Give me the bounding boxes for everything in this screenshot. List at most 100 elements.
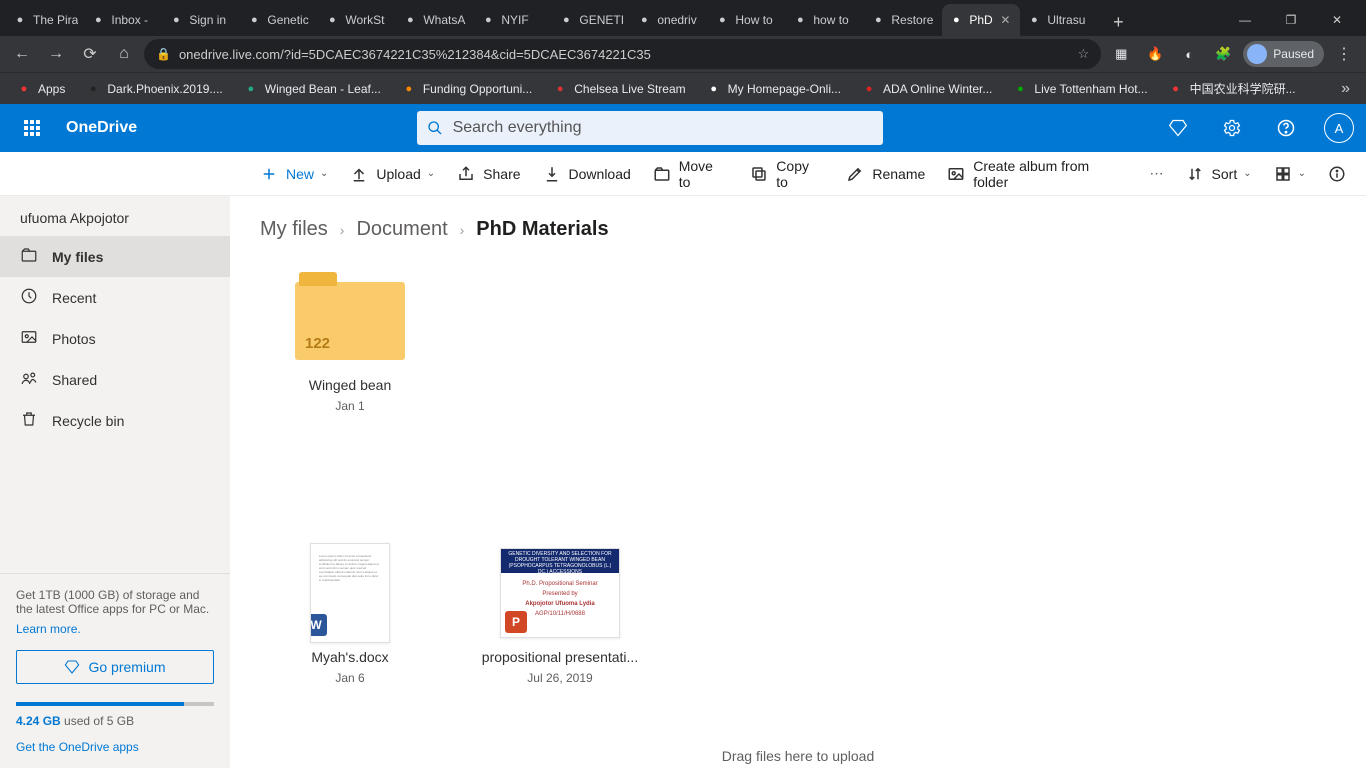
- browser-tab[interactable]: ●Inbox -: [84, 4, 162, 36]
- bookmark-item[interactable]: ●Winged Bean - Leaf...: [235, 76, 389, 101]
- browser-tab[interactable]: ●The Pira: [6, 4, 84, 36]
- upload-icon: [350, 165, 368, 183]
- extension-icon-2[interactable]: 🔥: [1141, 40, 1169, 68]
- favicon-icon: ●: [90, 12, 106, 28]
- sidebar: ufuoma Akpojotor My filesRecentPhotosSha…: [0, 196, 230, 768]
- file-item[interactable]: GENETIC DIVERSITY AND SELECTION FOR DROU…: [470, 543, 650, 685]
- nav-home[interactable]: ⌂: [110, 40, 138, 68]
- browser-tab[interactable]: ●onedriv: [630, 4, 708, 36]
- brand-onedrive[interactable]: OneDrive: [66, 119, 137, 137]
- app-launcher[interactable]: [12, 108, 52, 148]
- browser-tab[interactable]: ●PhD✕: [942, 4, 1020, 36]
- cmd-overflow[interactable]: ⋯: [1150, 165, 1164, 182]
- browser-tab[interactable]: ●how to: [786, 4, 864, 36]
- sidebar-item-my-files[interactable]: My files: [0, 236, 230, 277]
- favicon-icon: ●: [714, 12, 730, 28]
- favicon-icon: ●: [948, 12, 964, 28]
- browser-tab[interactable]: ●Sign in: [162, 4, 240, 36]
- browser-tab[interactable]: ●NYIF: [474, 4, 552, 36]
- nav-icon: [20, 246, 38, 267]
- extension-icon-3[interactable]: ◐: [1175, 40, 1203, 68]
- chevron-down-icon: ⌄: [320, 168, 328, 179]
- nav-forward[interactable]: →: [42, 40, 70, 68]
- sidebar-item-shared[interactable]: Shared: [0, 359, 230, 400]
- cmd-download[interactable]: Download: [543, 165, 631, 183]
- browser-tab[interactable]: ●WorkSt: [318, 4, 396, 36]
- bookmark-favicon-icon: ●: [1168, 81, 1184, 97]
- storage-text: 4.24 GB used of 5 GB: [16, 714, 214, 728]
- content-area: My files › Document › PhD Materials 122W…: [230, 196, 1366, 768]
- nav-icon: [20, 287, 38, 308]
- waffle-icon: [24, 120, 40, 136]
- favicon-icon: ●: [1026, 12, 1042, 28]
- file-item[interactable]: 122Winged beanJan 1: [260, 271, 440, 413]
- file-item[interactable]: Lorem ipsum dolor sit amet consectetur a…: [260, 543, 440, 685]
- album-icon: [947, 165, 965, 183]
- cmd-copyto[interactable]: Copy to: [750, 158, 824, 190]
- chrome-menu[interactable]: ⋮: [1330, 40, 1358, 68]
- browser-tab[interactable]: ●Genetic: [240, 4, 318, 36]
- nav-reload[interactable]: ⟳: [76, 40, 104, 68]
- drag-hint: Drag files here to upload: [230, 748, 1366, 764]
- chevron-down-icon: ⌄: [1243, 168, 1251, 179]
- close-tab-icon[interactable]: ✕: [1000, 13, 1014, 27]
- sidebar-item-photos[interactable]: Photos: [0, 318, 230, 359]
- bookmark-item[interactable]: ●Apps: [8, 76, 73, 101]
- cmd-info[interactable]: [1328, 165, 1346, 183]
- help-icon[interactable]: [1270, 112, 1302, 144]
- new-tab-button[interactable]: +: [1104, 8, 1132, 36]
- breadcrumb-myfiles[interactable]: My files: [260, 218, 328, 241]
- bookmark-item[interactable]: ●Dark.Phoenix.2019....: [77, 76, 230, 101]
- account-avatar[interactable]: A: [1324, 113, 1354, 143]
- omnibox[interactable]: 🔒 onedrive.live.com/?id=5DCAEC3674221C35…: [144, 39, 1101, 69]
- cmd-upload[interactable]: Upload ⌄: [350, 165, 435, 183]
- favicon-icon: ●: [792, 12, 808, 28]
- sidebar-item-recent[interactable]: Recent: [0, 277, 230, 318]
- avatar-initial: A: [1335, 121, 1344, 136]
- share-icon: [457, 165, 475, 183]
- bookmark-item[interactable]: ●Live Tottenham Hot...: [1004, 76, 1155, 101]
- onedrive-page: OneDrive Search everything A New ⌄: [0, 104, 1366, 768]
- premium-diamond-icon[interactable]: [1162, 112, 1194, 144]
- profile-chip[interactable]: Paused: [1243, 41, 1324, 67]
- window-close[interactable]: ✕: [1314, 4, 1360, 36]
- cmd-sort[interactable]: Sort ⌄: [1186, 165, 1252, 183]
- cmd-view-toggle[interactable]: ⌄: [1274, 165, 1306, 183]
- sidebar-item-recycle-bin[interactable]: Recycle bin: [0, 400, 230, 441]
- chevron-down-icon: ⌄: [427, 168, 435, 179]
- item-name: Winged bean: [309, 377, 392, 393]
- bookmark-item[interactable]: ●My Homepage-Onli...: [698, 76, 849, 101]
- browser-tab[interactable]: ●GENETI: [552, 4, 630, 36]
- grid-view-icon: [1274, 165, 1292, 183]
- download-icon: [543, 165, 561, 183]
- search-box[interactable]: Search everything: [417, 111, 883, 145]
- bookmark-item[interactable]: ●ADA Online Winter...: [853, 76, 1000, 101]
- go-premium-button[interactable]: Go premium: [16, 650, 214, 684]
- cmd-create-album[interactable]: Create album from folder: [947, 158, 1127, 190]
- learn-more-link[interactable]: Learn more.: [16, 622, 214, 636]
- nav-icon: [20, 328, 38, 349]
- extension-icon-1[interactable]: ▦: [1107, 40, 1135, 68]
- browser-tab[interactable]: ●WhatsA: [396, 4, 474, 36]
- favicon-icon: ●: [402, 12, 418, 28]
- favicon-icon: ●: [558, 12, 574, 28]
- browser-tab[interactable]: ●How to: [708, 4, 786, 36]
- browser-tab[interactable]: ●Ultrasu: [1020, 4, 1098, 36]
- cmd-new[interactable]: New ⌄: [260, 165, 328, 183]
- cmd-rename[interactable]: Rename: [846, 165, 925, 183]
- bookmarks-overflow[interactable]: »: [1333, 76, 1358, 102]
- window-minimize[interactable]: ―: [1222, 4, 1268, 36]
- get-apps-link[interactable]: Get the OneDrive apps: [16, 740, 214, 754]
- cmd-moveto[interactable]: Move to: [653, 158, 729, 190]
- bookmark-item[interactable]: ●Chelsea Live Stream: [544, 76, 693, 101]
- cmd-share[interactable]: Share: [457, 165, 520, 183]
- extensions-menu-icon[interactable]: 🧩: [1209, 40, 1237, 68]
- bookmark-item[interactable]: ●Funding Opportuni...: [393, 76, 540, 101]
- nav-back[interactable]: ←: [8, 40, 36, 68]
- bookmark-star-icon[interactable]: ☆: [1078, 46, 1090, 62]
- breadcrumb-document[interactable]: Document: [356, 218, 447, 241]
- window-maximize[interactable]: ❐: [1268, 4, 1314, 36]
- browser-tab[interactable]: ●Restore: [864, 4, 942, 36]
- settings-gear-icon[interactable]: [1216, 112, 1248, 144]
- bookmark-item[interactable]: ●中国农业科学院研...: [1160, 76, 1304, 101]
